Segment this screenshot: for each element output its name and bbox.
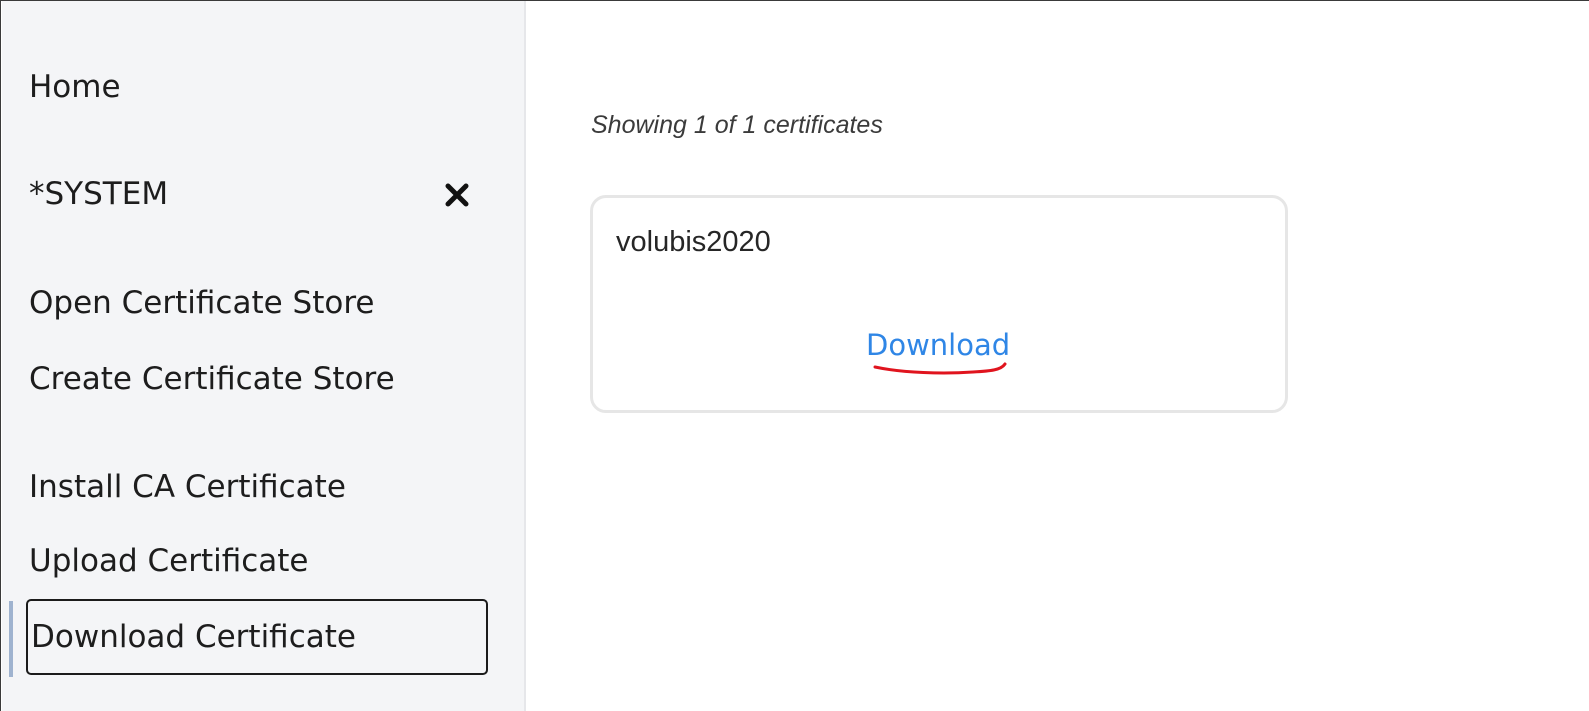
red-underline-annotation — [873, 362, 1007, 375]
sidebar: Home *SYSTEM Open Certificate Store Crea… — [2, 1, 526, 711]
sidebar-item-open-certificate-store[interactable]: Open Certificate Store — [29, 285, 374, 321]
sidebar-item-install-ca-certificate[interactable]: Install CA Certificate — [29, 469, 346, 505]
sidebar-item-home[interactable]: Home — [29, 69, 121, 105]
certificate-name: volubis2020 — [616, 226, 771, 258]
sidebar-item-label: Download Certificate — [31, 619, 356, 655]
main-content: Showing 1 of 1 certificates volubis2020 … — [528, 1, 1589, 711]
sidebar-item-create-certificate-store[interactable]: Create Certificate Store — [29, 361, 395, 397]
app-window: Home *SYSTEM Open Certificate Store Crea… — [0, 0, 1589, 711]
sidebar-item-upload-certificate[interactable]: Upload Certificate — [29, 543, 309, 579]
download-link[interactable]: Download — [866, 328, 1010, 362]
close-icon[interactable] — [443, 181, 471, 209]
sidebar-item-download-certificate[interactable]: Download Certificate — [26, 599, 488, 675]
results-count: Showing 1 of 1 certificates — [591, 111, 883, 139]
certificate-card: volubis2020 Download — [590, 195, 1288, 413]
active-indicator — [9, 601, 13, 677]
sidebar-item-system[interactable]: *SYSTEM — [29, 176, 168, 212]
